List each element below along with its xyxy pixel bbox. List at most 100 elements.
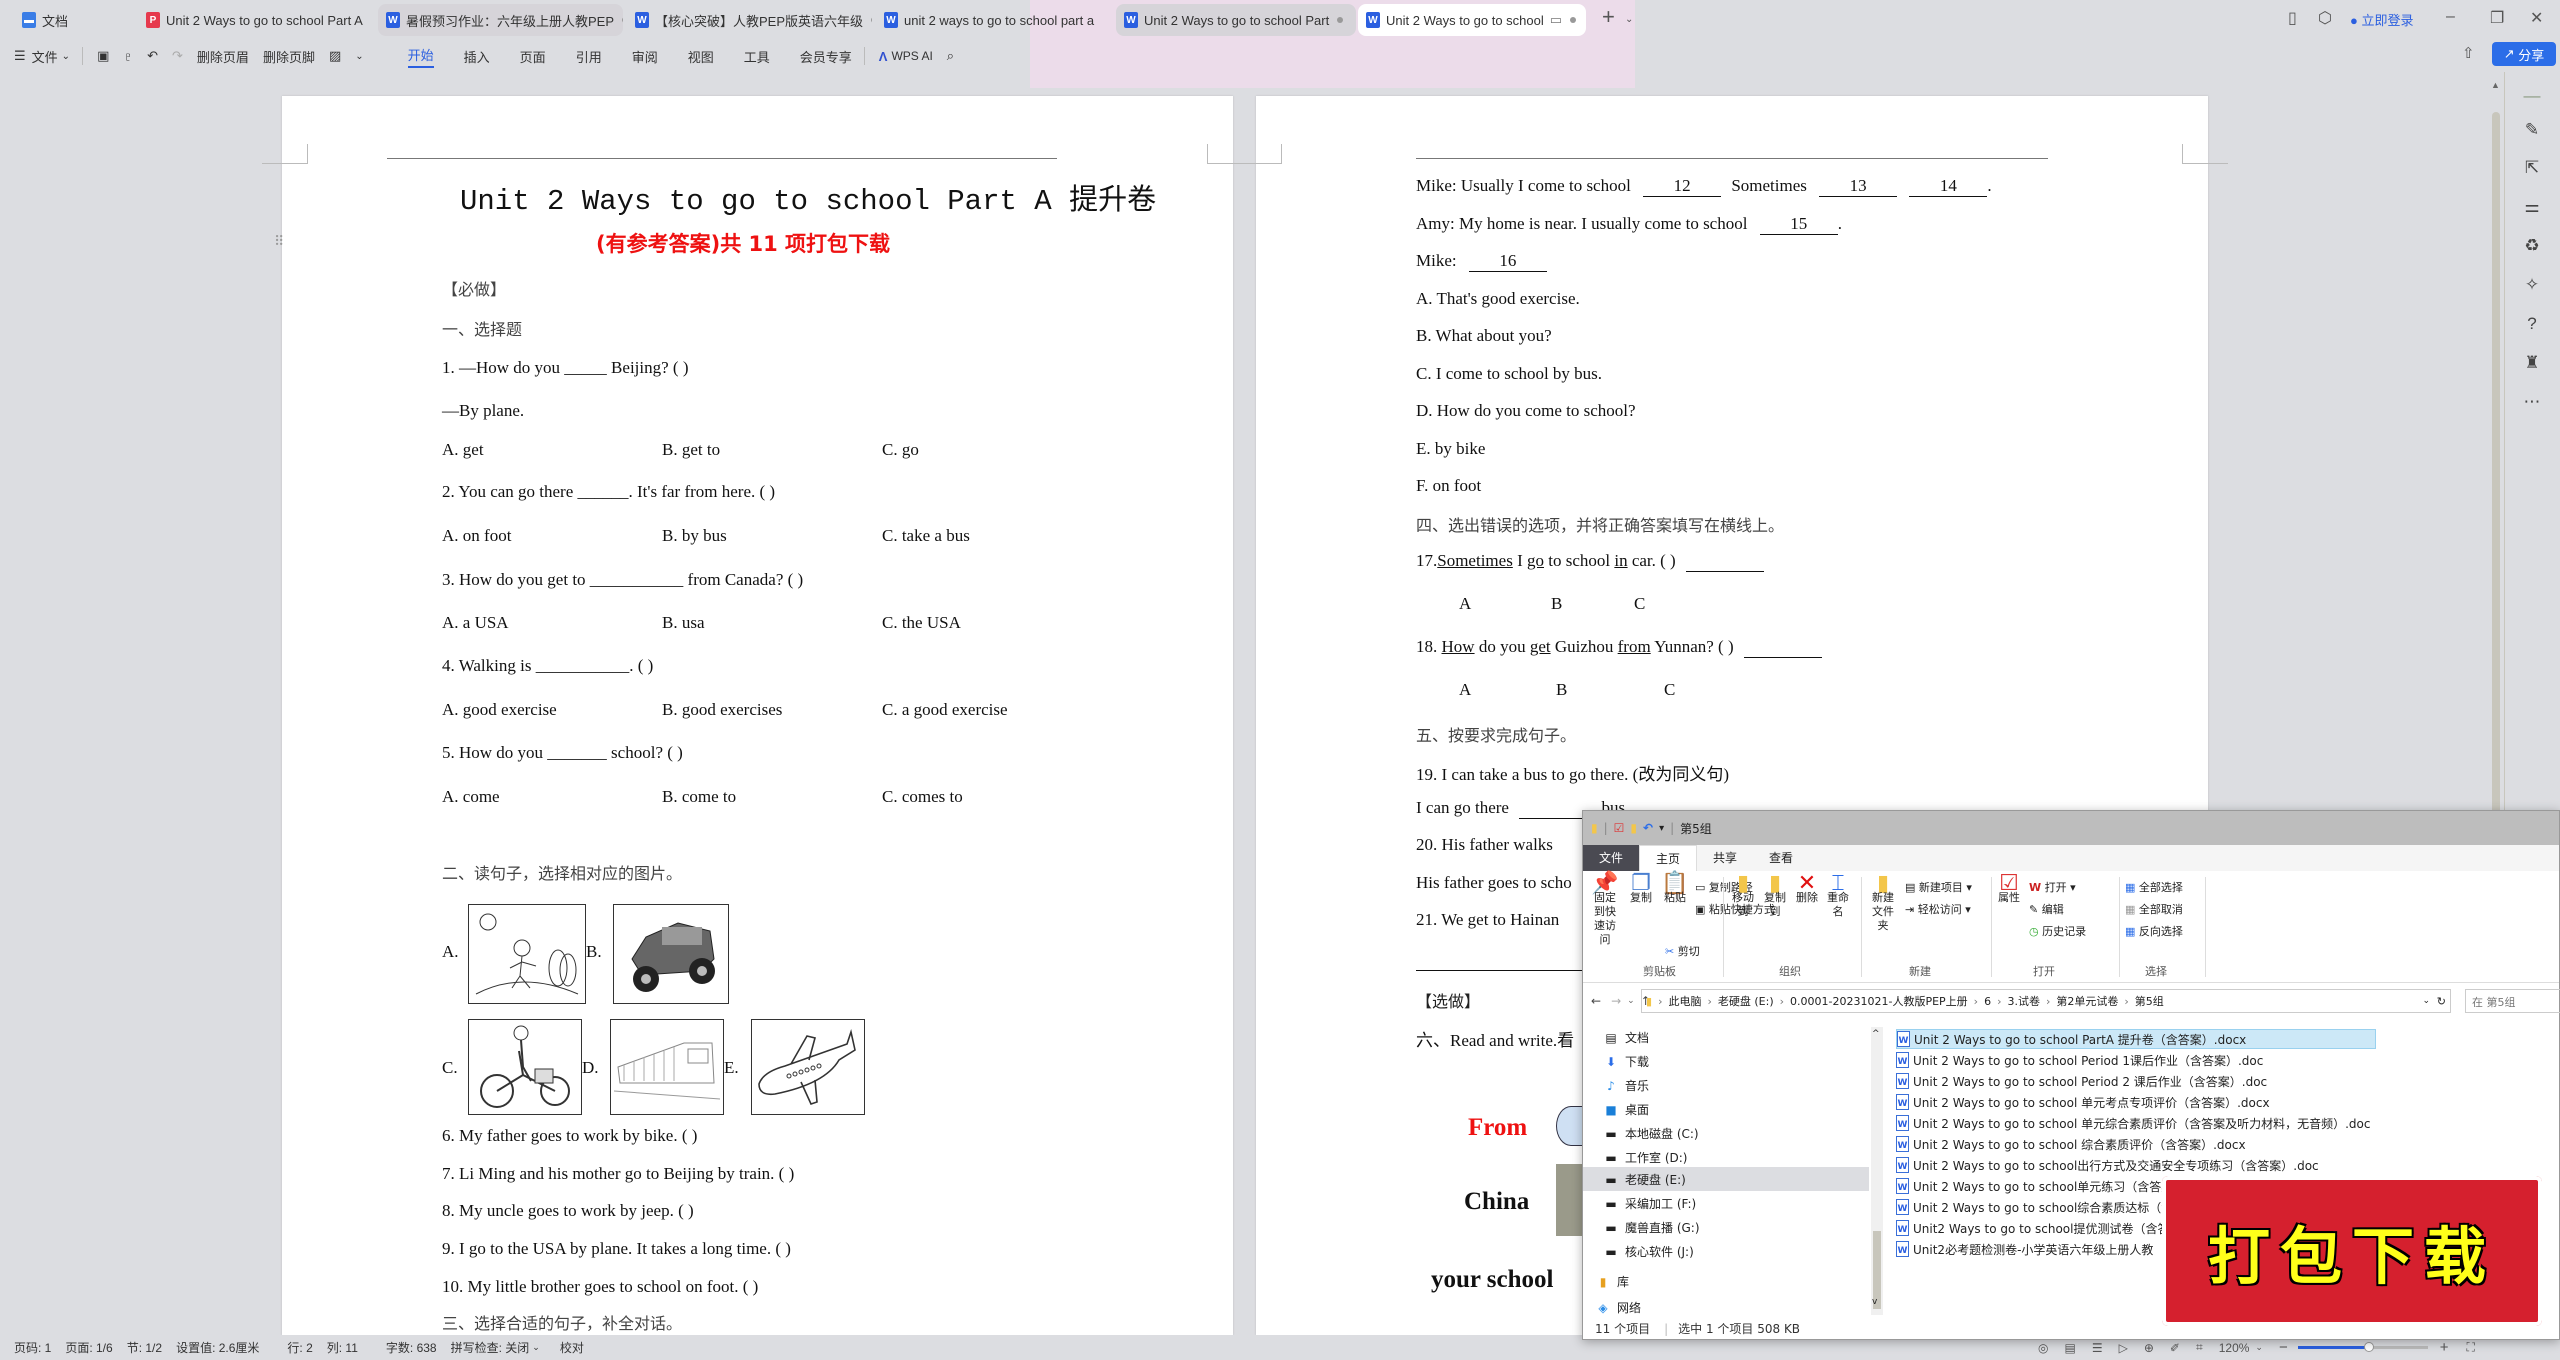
minimize-button[interactable]: – — [2446, 8, 2455, 26]
ribbon-tab-tools[interactable]: 工具 — [744, 47, 770, 66]
breadcrumb-item[interactable]: 此电脑 — [1668, 993, 1701, 1009]
select-all-button[interactable]: ▦ 全部选择 — [2125, 879, 2183, 895]
search-icon[interactable]: ⌕ — [947, 48, 954, 64]
open-button[interactable]: W 打开 ▾ — [2029, 879, 2076, 895]
wps-ai-button[interactable]: WPS AI — [891, 49, 932, 63]
copy-to-button[interactable]: ▮ 复制到 — [1761, 873, 1789, 919]
file-item[interactable]: W Unit 2 Ways to go to school单元练习（含答案）.d — [1896, 1176, 2197, 1196]
nav-item-downloads[interactable]: ⬇ 下载 — [1603, 1053, 1649, 1070]
file-item[interactable]: W Unit 2 Ways to go to school 单元考点专项评价（含答… — [1896, 1092, 2270, 1112]
breadcrumb-item[interactable]: 老硬盘 (E:) — [1718, 993, 1774, 1009]
undo-icon[interactable]: ↶ — [1643, 821, 1653, 835]
ribbon-tab-references[interactable]: 引用 — [576, 47, 602, 66]
nav-item-music[interactable]: ♪ 音乐 — [1603, 1077, 1649, 1094]
nav-item-drive-g[interactable]: ▬ 魔兽直播 (G:) — [1603, 1219, 1699, 1236]
nav-item-drive-f[interactable]: ▬ 采编加工 (F:) — [1603, 1195, 1696, 1212]
nav-item-desktop[interactable]: ■ 桌面 — [1603, 1101, 1649, 1118]
file-menu[interactable]: 文件 — [32, 47, 58, 66]
help-icon[interactable]: ? — [2520, 314, 2544, 334]
undo-icon[interactable]: ↶ — [147, 48, 158, 64]
redo-icon[interactable]: ↷ — [172, 48, 183, 64]
web-view-icon[interactable]: ⊕ — [2144, 1341, 2154, 1355]
outline-view-icon[interactable]: ☰ — [2092, 1341, 2103, 1355]
breadcrumb-item[interactable]: 第2单元试卷 — [2056, 993, 2118, 1009]
properties-button[interactable]: ☑ 属性 — [1995, 873, 2023, 905]
download-stamp-banner[interactable]: 打包下载 — [2162, 1176, 2542, 1326]
explorer-search-input[interactable]: 在 第5组 — [2465, 989, 2560, 1013]
magic-icon[interactable]: ✧ — [2520, 275, 2544, 295]
tab-doc-4[interactable]: Wunit 2 ways to go to school part a — [876, 4, 1116, 36]
pen-mode-icon[interactable]: ✐ — [2170, 1341, 2180, 1355]
delete-header-button[interactable]: 删除页眉 — [197, 47, 249, 66]
nav-item-network[interactable]: ◈ 网络 — [1595, 1299, 1641, 1316]
move-to-button[interactable]: ▮ 移动到 — [1729, 873, 1757, 919]
customize-dropdown-icon[interactable]: ▾ — [1659, 823, 1664, 834]
nav-item-libraries[interactable]: ▮ 库 — [1595, 1273, 1629, 1290]
drag-handle-icon[interactable]: ⠿ — [274, 234, 284, 251]
breadcrumb-item[interactable]: 第5组 — [2135, 993, 2164, 1009]
new-tab-button[interactable]: + — [1602, 4, 1615, 30]
ribbon-tab-view[interactable]: 视图 — [688, 47, 714, 66]
zoom-in-button[interactable]: + — [2440, 1339, 2449, 1356]
select-none-button[interactable]: ▦ 全部取消 — [2125, 901, 2183, 917]
explorer-tab-share[interactable]: 共享 — [1697, 845, 1753, 871]
edit-button[interactable]: ✎ 编辑 — [2029, 901, 2064, 917]
share-button[interactable]: ↗ 分享 — [2492, 42, 2556, 66]
explorer-tab-file[interactable]: 文件 — [1583, 845, 1640, 871]
breadcrumb-item[interactable]: 0.0001-20231021-人教版PEP上册 — [1790, 993, 1968, 1009]
recent-chevron-icon[interactable]: ⌄ — [1627, 996, 1635, 1006]
file-item[interactable]: W Unit 2 Ways to go to school PartA 提升卷（含… — [1896, 1029, 2376, 1049]
nav-item-drive-d[interactable]: ▬ 工作室 (D:) — [1603, 1149, 1687, 1166]
adjust-icon[interactable]: ⚌ — [2520, 197, 2544, 217]
ribbon-tab-home[interactable]: 开始 — [407, 45, 434, 68]
proofread-button[interactable]: 校对 — [560, 1339, 584, 1356]
ribbon-tab-insert[interactable]: 插入 — [464, 47, 490, 66]
fit-page-icon[interactable]: ⌗ — [2196, 1340, 2203, 1355]
focus-icon[interactable]: ◎ — [2038, 1341, 2048, 1355]
play-icon[interactable]: ▷ — [2119, 1341, 2128, 1355]
nav-item-drive-j[interactable]: ▬ 核心软件 (J:) — [1603, 1243, 1693, 1260]
tab-pdf[interactable]: P Unit 2 Ways to go to school Part A — [138, 4, 370, 36]
format-painter-icon[interactable]: ♇ — [123, 49, 133, 64]
pin-quick-access-button[interactable]: 📌 固定到快速访问 — [1589, 873, 1621, 947]
chevron-down-icon[interactable]: ⌄ — [355, 51, 363, 62]
forward-icon[interactable]: → — [1611, 994, 1621, 1008]
tab-list-chevron-icon[interactable]: ⌄ — [1625, 14, 1633, 25]
status-pages[interactable]: 页面: 1/6 — [65, 1339, 112, 1356]
more-icon[interactable]: ⋯ — [2520, 392, 2544, 412]
easy-access-button[interactable]: ⇥ 轻松访问 ▾ — [1905, 901, 1971, 917]
phone-icon[interactable]: ▯ — [2288, 8, 2297, 28]
cut-button[interactable]: ✂ 剪切 — [1665, 943, 1700, 959]
zoom-out-button[interactable]: − — [2279, 1339, 2288, 1356]
tab-doc-2[interactable]: W 暑假预习作业：六年级上册人教PEP — [378, 4, 623, 36]
new-folder-icon[interactable]: ▮ — [1630, 821, 1637, 835]
cloud-upload-icon[interactable]: ⇧ — [2462, 44, 2475, 62]
page-view-icon[interactable]: ▤ — [2064, 1341, 2075, 1355]
refresh-icon[interactable]: ↻ — [2437, 995, 2446, 1008]
new-item-button[interactable]: ▤ 新建项目 ▾ — [1905, 879, 1972, 895]
scroll-up-icon[interactable]: ▲ — [2491, 80, 2500, 90]
file-item[interactable]: W Unit2必考题检测卷-小学英语六年级上册人教 — [1896, 1239, 2153, 1259]
zoom-level[interactable]: 120% — [2219, 1341, 2250, 1355]
cube-icon[interactable]: ⬡ — [2318, 8, 2332, 28]
restore-button[interactable]: ❐ — [2490, 8, 2504, 28]
breadcrumb-item[interactable]: 3.试卷 — [2007, 993, 2040, 1009]
address-dropdown-icon[interactable]: ⌄ — [2422, 996, 2430, 1006]
paste-button[interactable]: 📋 粘贴 — [1661, 873, 1689, 905]
page-border-icon[interactable]: ▨ — [329, 48, 341, 64]
history-button[interactable]: ◷ 历史记录 — [2029, 923, 2086, 939]
skin-icon[interactable]: ♜ — [2520, 353, 2544, 373]
file-item[interactable]: W Unit 2 Ways to go to school Period 2 课后… — [1896, 1071, 2267, 1091]
copy-button[interactable]: ❐ 复制 — [1627, 873, 1655, 905]
pen-icon[interactable]: ✎ — [2520, 120, 2544, 140]
login-button[interactable]: ● 立即登录 — [2350, 10, 2414, 29]
file-item[interactable]: W Unit 2 Ways to go to school 单元综合素质评价（含答… — [1896, 1113, 2370, 1133]
breadcrumb-item[interactable]: 6 — [1984, 995, 1991, 1008]
nav-item-documents[interactable]: ▤ 文档 — [1603, 1029, 1649, 1046]
ai-brush-icon[interactable]: ♻ — [2520, 236, 2544, 256]
file-item[interactable]: W Unit2 Ways to go to school提优测试卷（含答 — [1896, 1218, 2169, 1238]
chevron-down-icon[interactable]: ⌄ — [2255, 1342, 2263, 1353]
explorer-tab-view[interactable]: 查看 — [1753, 845, 1809, 871]
document-page-1[interactable]: Unit 2 Ways to go to school Part A 提升卷 ⠿… — [262, 96, 1253, 1335]
file-item[interactable]: W Unit 2 Ways to go to school出行方式及交通安全专项练… — [1896, 1155, 2319, 1175]
